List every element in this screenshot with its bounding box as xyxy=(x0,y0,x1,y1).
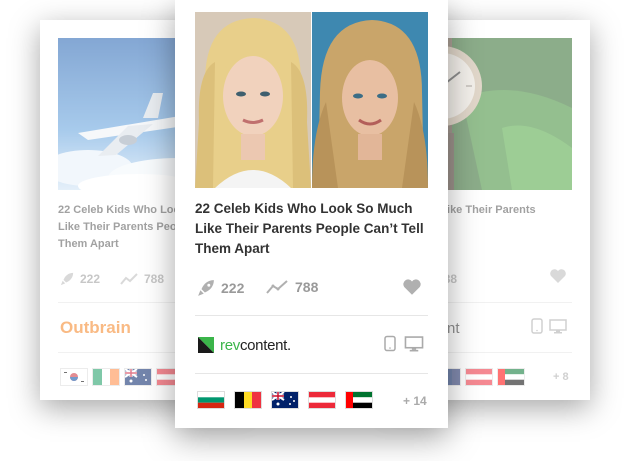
flag-belgium xyxy=(234,391,262,409)
views-count: 222 xyxy=(80,272,101,286)
revcontent-logo-icon xyxy=(198,337,214,353)
front-card-headline[interactable]: 22 Celeb Kids Who Look So Much Like Thei… xyxy=(195,199,427,259)
revcontent-logo-prefix: rev xyxy=(220,336,240,354)
flag-bulgaria xyxy=(197,391,225,409)
heart-icon[interactable] xyxy=(549,268,567,289)
rocket-icon xyxy=(60,272,74,286)
outbrain-logo[interactable]: Outbrain xyxy=(60,318,131,338)
mobile-icon xyxy=(531,318,543,339)
heart-icon[interactable] xyxy=(402,278,422,301)
rocket-icon xyxy=(198,280,214,296)
left-trend-stat: 788 xyxy=(120,272,164,286)
flag-austria xyxy=(308,391,336,409)
outbrain-logo-initial: O xyxy=(60,318,74,337)
trend-icon xyxy=(266,280,288,294)
flag-australia xyxy=(271,391,299,409)
trend-icon xyxy=(120,273,138,285)
revcontent-logo[interactable]: revcontent. xyxy=(197,336,291,354)
desktop-icon xyxy=(549,319,567,339)
flag-australia xyxy=(124,368,152,386)
views-count: 222 xyxy=(221,280,245,296)
revcontent-logo-fragment[interactable]: nt xyxy=(447,320,460,337)
flag-uae xyxy=(345,391,373,409)
front-ad-card[interactable]: 22 Celeb Kids Who Look So Much Like Thei… xyxy=(175,0,448,428)
celebrity-photo-right[interactable] xyxy=(312,12,428,188)
flag-south-korea xyxy=(60,368,88,386)
outbrain-logo-text: utbrain xyxy=(73,318,131,337)
flag-austria xyxy=(465,368,493,386)
mobile-icon xyxy=(384,335,396,357)
more-flags-count: + 14 xyxy=(403,394,427,408)
flag-uae xyxy=(497,368,525,386)
left-views-stat: 222 xyxy=(60,272,100,286)
more-flags-count: + 8 xyxy=(553,371,569,383)
front-divider-1 xyxy=(195,315,428,316)
trend-count: 788 xyxy=(144,272,165,286)
front-trend-stat: 788 xyxy=(265,279,318,295)
front-views-stat: 222 xyxy=(197,279,244,297)
trend-count: 788 xyxy=(295,279,319,295)
flag-ireland xyxy=(92,368,120,386)
revcontent-logo-suffix: content. xyxy=(239,336,291,354)
desktop-icon xyxy=(404,336,424,357)
celebrity-photo-left[interactable] xyxy=(195,12,311,188)
front-divider-2 xyxy=(195,373,428,374)
